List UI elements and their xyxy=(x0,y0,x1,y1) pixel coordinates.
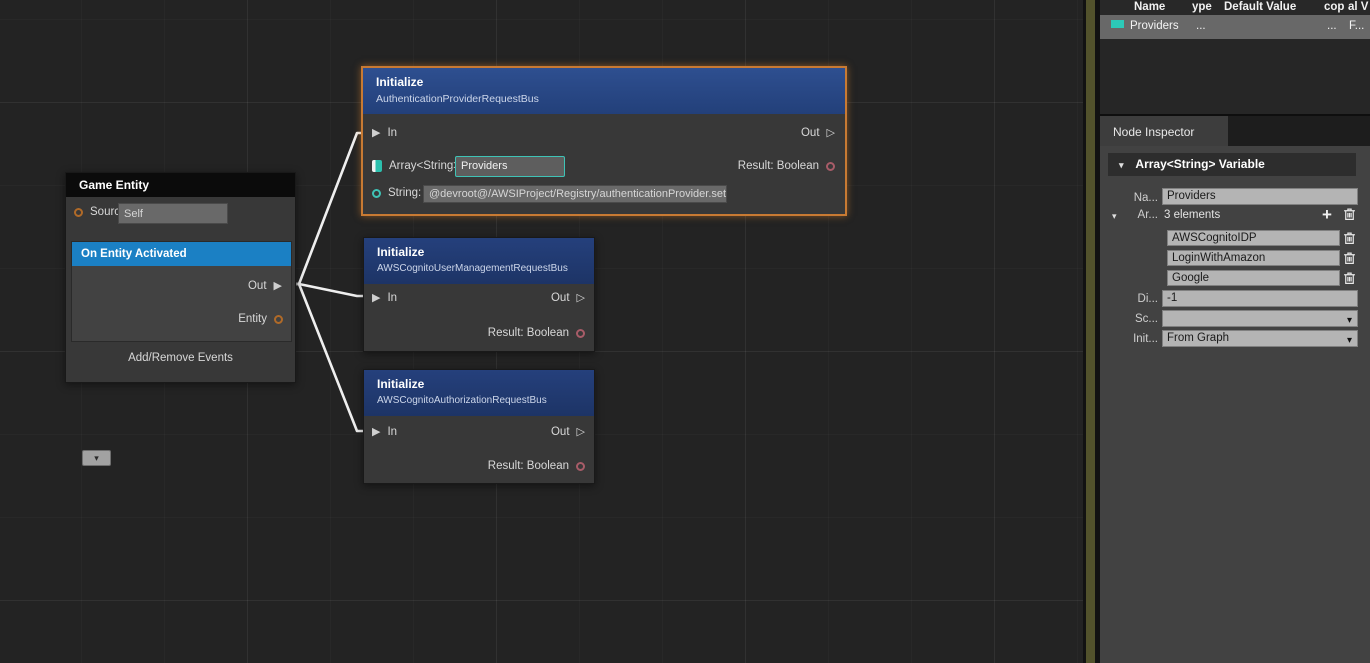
display-order-label: Di... xyxy=(1106,293,1158,305)
graph-canvas[interactable]: Game Entity Source Self On Entity Activa… xyxy=(0,0,1083,663)
node-inspector-content: ▾ Array<String> Variable Na... Providers… xyxy=(1100,146,1370,663)
entity-pin-icon[interactable] xyxy=(74,208,83,217)
display-order-input[interactable]: -1 xyxy=(1162,290,1358,307)
panel-divider[interactable] xyxy=(1083,0,1100,663)
col-scope: cop xyxy=(1324,1,1344,13)
source-value-field[interactable]: Self xyxy=(118,203,228,224)
node-game-entity[interactable]: Game Entity Source Self On Entity Activa… xyxy=(65,172,296,383)
variable-type: ... xyxy=(1196,20,1206,32)
delete-array-button[interactable] xyxy=(1343,207,1356,221)
out-pin[interactable]: Out ▷ xyxy=(551,291,585,304)
node-subtitle: AWSCognitoAuthorizationRequestBus xyxy=(377,395,581,406)
element-input[interactable]: AWSCognitoIDP xyxy=(1167,230,1340,246)
in-pin[interactable]: ▶ In xyxy=(372,291,397,304)
canvas-edge-strip xyxy=(1086,0,1095,663)
array-container-pin-icon[interactable] xyxy=(372,160,382,172)
array-label: Ar... xyxy=(1106,209,1158,221)
scope-select[interactable]: ▾ xyxy=(1162,310,1358,327)
entity-pin[interactable]: Entity xyxy=(238,313,283,325)
col-default: Default Value xyxy=(1224,1,1296,13)
col-initial: al V xyxy=(1348,1,1368,13)
out-pin[interactable]: Out ▶ xyxy=(248,279,282,292)
node-initialize-authorization[interactable]: Initialize AWSCognitoAuthorizationReques… xyxy=(363,369,595,484)
out-pin-icon[interactable]: ▷ xyxy=(827,126,835,139)
in-pin-icon[interactable]: ▶ xyxy=(372,126,380,139)
array-value-input[interactable]: Providers xyxy=(455,156,565,177)
node-subtitle: AWSCognitoUserManagementRequestBus xyxy=(377,263,581,274)
node-initialize-authentication-provider[interactable]: Initialize AuthenticationProviderRequest… xyxy=(361,66,847,216)
event-title: On Entity Activated xyxy=(72,242,291,266)
initial-value-label: Init... xyxy=(1106,333,1158,345)
variable-initial: F... xyxy=(1349,20,1364,32)
array-count: 3 elements xyxy=(1164,209,1220,221)
col-name: Name xyxy=(1134,1,1165,13)
string-pin[interactable]: String: 1 xyxy=(372,187,431,199)
result-pin-icon[interactable] xyxy=(576,462,585,471)
variable-row-providers[interactable]: Providers ... ... F... xyxy=(1100,15,1370,39)
node-header: Initialize AWSCognitoAuthorizationReques… xyxy=(364,370,594,416)
in-pin-icon[interactable]: ▶ xyxy=(372,291,380,304)
string-pin-icon[interactable] xyxy=(372,189,381,198)
scope-label: Sc... xyxy=(1106,313,1158,325)
out-pin[interactable]: Out ▷ xyxy=(551,425,585,438)
out-pin-icon[interactable]: ▷ xyxy=(577,425,585,438)
result-pin[interactable]: Result: Boolean xyxy=(738,160,835,172)
out-pin-icon[interactable]: ▶ xyxy=(274,279,282,292)
variable-scope: ... xyxy=(1327,20,1337,32)
node-title: Game Entity xyxy=(66,173,295,197)
node-subtitle: AuthenticationProviderRequestBus xyxy=(376,93,832,105)
name-input[interactable]: Providers xyxy=(1162,188,1358,205)
delete-element-button[interactable] xyxy=(1343,271,1356,285)
initial-value-select[interactable]: From Graph ▾ xyxy=(1162,330,1358,347)
chevron-down-icon: ▾ xyxy=(94,453,99,463)
result-pin-icon[interactable] xyxy=(576,329,585,338)
inspector-tabbar: Node Inspector xyxy=(1100,114,1370,146)
collapse-triangle-icon[interactable]: ▾ xyxy=(1119,160,1124,170)
delete-element-button[interactable] xyxy=(1343,251,1356,265)
out-pin-icon[interactable]: ▷ xyxy=(577,291,585,304)
variable-table-header: Name ype Default Value cop al V xyxy=(1100,0,1370,15)
col-type: ype xyxy=(1192,1,1212,13)
node-header: Initialize AuthenticationProviderRequest… xyxy=(363,68,845,114)
right-panel: Name ype Default Value cop al V Provider… xyxy=(1100,0,1370,663)
delete-element-button[interactable] xyxy=(1343,231,1356,245)
in-pin[interactable]: ▶ In xyxy=(372,425,397,438)
dropdown-arrow-icon: ▾ xyxy=(1347,313,1352,327)
result-pin[interactable]: Result: Boolean xyxy=(488,460,585,472)
element-input[interactable]: Google xyxy=(1167,270,1340,286)
element-input[interactable]: LoginWithAmazon xyxy=(1167,250,1340,266)
node-title: Initialize xyxy=(376,75,832,89)
node-title: Initialize xyxy=(377,377,581,391)
entity-data-pin-icon[interactable] xyxy=(274,315,283,324)
string-value-input[interactable]: @devroot@/AWSIProject/Registry/authentic… xyxy=(423,185,727,203)
collapsed-node-button[interactable]: ▾ xyxy=(82,450,111,466)
add-remove-events-button[interactable]: Add/Remove Events xyxy=(66,352,295,364)
result-pin-icon[interactable] xyxy=(826,162,835,171)
node-initialize-user-management[interactable]: Initialize AWSCognitoUserManagementReque… xyxy=(363,237,595,352)
add-element-button[interactable]: + xyxy=(1322,208,1332,222)
node-title: Initialize xyxy=(377,245,581,259)
on-entity-activated-block[interactable]: On Entity Activated Out ▶ Entity xyxy=(71,241,292,342)
tab-node-inspector[interactable]: Node Inspector xyxy=(1100,116,1228,148)
dropdown-arrow-icon: ▾ xyxy=(1347,333,1352,347)
script-canvas-editor: Game Entity Source Self On Entity Activa… xyxy=(0,0,1370,663)
result-pin[interactable]: Result: Boolean xyxy=(488,327,585,339)
out-pin[interactable]: Out ▷ xyxy=(801,126,835,139)
in-pin-icon[interactable]: ▶ xyxy=(372,425,380,438)
in-pin[interactable]: ▶ In xyxy=(372,126,397,139)
variable-type-swatch-icon xyxy=(1111,20,1124,28)
name-label: Na... xyxy=(1106,192,1158,204)
section-array-string-variable[interactable]: ▾ Array<String> Variable xyxy=(1108,153,1356,176)
node-header: Initialize AWSCognitoUserManagementReque… xyxy=(364,238,594,284)
variable-name: Providers xyxy=(1130,20,1179,32)
